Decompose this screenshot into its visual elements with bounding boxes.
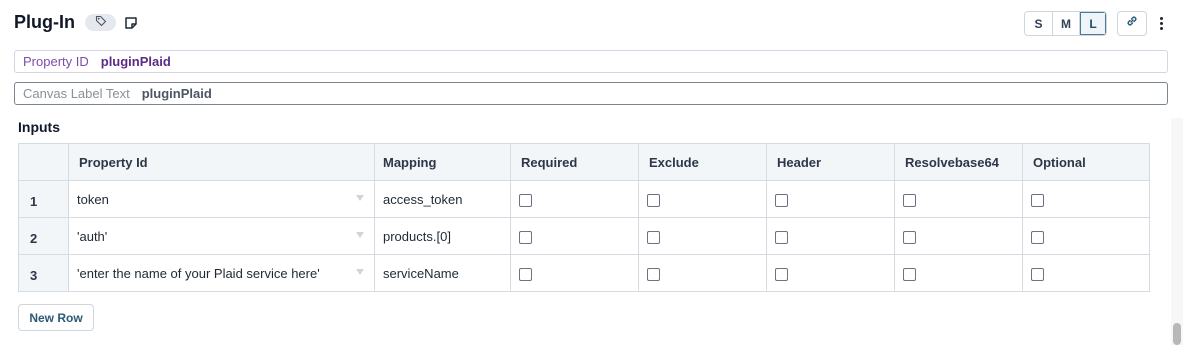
more-vertical-icon[interactable]	[1156, 14, 1166, 32]
exclude-checkbox[interactable]	[647, 267, 660, 281]
mapping-cell[interactable]: products.[0]	[374, 217, 511, 255]
property-id-value: 'auth'	[77, 228, 108, 244]
required-cell	[510, 180, 639, 218]
exclude-cell	[638, 254, 767, 292]
table-row: 2 'auth' products.[0]	[18, 217, 1150, 255]
optional-cell	[1022, 180, 1150, 218]
column-header-index	[18, 143, 69, 181]
column-header-required: Required	[510, 143, 639, 181]
column-header-property-id: Property Id	[68, 143, 375, 181]
table-row: 3 'enter the name of your Plaid service …	[18, 254, 1150, 292]
header-cell	[766, 254, 895, 292]
property-id-value: token	[77, 191, 109, 207]
link-icon	[1125, 14, 1139, 33]
canvas-label-label: Canvas Label Text	[23, 86, 130, 101]
property-id-select[interactable]: 'auth'	[68, 217, 375, 255]
scrollbar-thumb[interactable]	[1173, 323, 1181, 345]
scrollbar-track[interactable]	[1171, 118, 1183, 345]
chevron-down-icon	[356, 232, 364, 238]
new-row-button[interactable]: New Row	[18, 304, 94, 331]
size-toggle-group: S M L	[1024, 11, 1107, 36]
resolvebase64-cell	[894, 180, 1023, 218]
resolvebase64-checkbox[interactable]	[903, 193, 916, 207]
required-cell	[510, 254, 639, 292]
inputs-table: Property Id Mapping Required Exclude Hea…	[18, 143, 1150, 292]
chevron-down-icon	[356, 269, 364, 275]
table-header-row: Property Id Mapping Required Exclude Hea…	[18, 143, 1150, 181]
header-cell	[766, 217, 895, 255]
property-id-field[interactable]: Property ID pluginPlaid	[14, 50, 1168, 73]
optional-checkbox[interactable]	[1031, 267, 1044, 281]
size-l-button[interactable]: L	[1079, 12, 1106, 35]
link-button[interactable]	[1117, 11, 1147, 36]
exclude-cell	[638, 180, 767, 218]
header-checkbox[interactable]	[775, 193, 788, 207]
required-checkbox[interactable]	[519, 267, 532, 281]
chevron-down-icon	[356, 195, 364, 201]
resolvebase64-cell	[894, 217, 1023, 255]
row-number: 2	[18, 217, 69, 255]
exclude-cell	[638, 217, 767, 255]
resolvebase64-checkbox[interactable]	[903, 230, 916, 244]
optional-checkbox[interactable]	[1031, 193, 1044, 207]
mapping-cell[interactable]: access_token	[374, 180, 511, 218]
optional-cell	[1022, 217, 1150, 255]
column-header-resolvebase64: Resolvebase64	[894, 143, 1023, 181]
property-id-select[interactable]: token	[68, 180, 375, 218]
required-checkbox[interactable]	[519, 193, 532, 207]
page-title: Plug-In	[14, 12, 75, 32]
column-header-mapping: Mapping	[374, 143, 511, 181]
canvas-label-value: pluginPlaid	[141, 86, 212, 101]
required-cell	[510, 217, 639, 255]
row-number: 3	[18, 254, 69, 292]
optional-cell	[1022, 254, 1150, 292]
mapping-cell[interactable]: serviceName	[374, 254, 511, 292]
column-header-header: Header	[766, 143, 895, 181]
property-id-value: 'enter the name of your Plaid service he…	[77, 265, 320, 281]
property-id-select[interactable]: 'enter the name of your Plaid service he…	[68, 254, 375, 292]
table-row: 1 token access_token	[18, 180, 1150, 218]
tag-button[interactable]	[85, 14, 116, 31]
column-header-exclude: Exclude	[638, 143, 767, 181]
property-id-label: Property ID	[23, 54, 89, 69]
property-id-value: pluginPlaid	[100, 54, 171, 69]
header-cell	[766, 180, 895, 218]
tag-icon	[95, 14, 107, 32]
exclude-checkbox[interactable]	[647, 230, 660, 244]
size-m-button[interactable]: M	[1052, 12, 1079, 35]
note-icon[interactable]	[123, 15, 139, 31]
row-number: 1	[18, 180, 69, 218]
exclude-checkbox[interactable]	[647, 193, 660, 207]
resolvebase64-checkbox[interactable]	[903, 267, 916, 281]
header-checkbox[interactable]	[775, 267, 788, 281]
canvas-label-field[interactable]: Canvas Label Text pluginPlaid	[14, 82, 1168, 105]
column-header-optional: Optional	[1022, 143, 1150, 181]
header: Plug-In S M L	[14, 10, 1169, 36]
size-s-button[interactable]: S	[1025, 12, 1052, 35]
resolvebase64-cell	[894, 254, 1023, 292]
inputs-section-title: Inputs	[18, 119, 60, 135]
header-checkbox[interactable]	[775, 230, 788, 244]
required-checkbox[interactable]	[519, 230, 532, 244]
optional-checkbox[interactable]	[1031, 230, 1044, 244]
